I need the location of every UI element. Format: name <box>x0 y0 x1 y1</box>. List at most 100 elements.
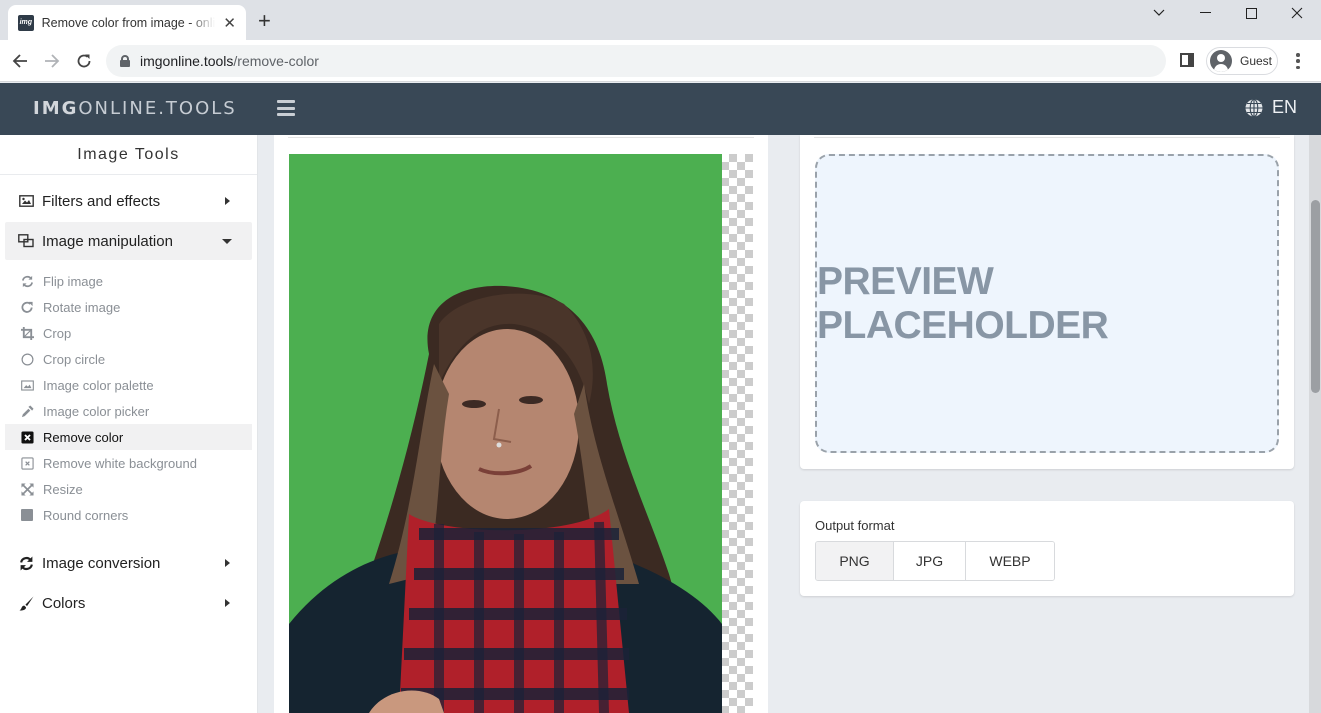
logo-bold: IMG <box>33 98 79 119</box>
object-ungroup-icon <box>18 233 34 249</box>
caret-down-icon <box>222 239 232 244</box>
new-tab-button[interactable]: + <box>258 9 271 33</box>
language-label: EN <box>1272 97 1298 117</box>
output-format-label: Output format <box>815 518 895 533</box>
item-label: Rotate image <box>43 299 121 315</box>
url-path: /remove-color <box>233 53 319 69</box>
sidebar-category-colors[interactable]: Colors <box>5 584 252 622</box>
category-label: Filters and effects <box>42 192 161 210</box>
caret-right-icon <box>225 559 230 567</box>
caret-right-icon <box>225 599 230 607</box>
item-label: Remove white background <box>43 455 197 471</box>
profile-button[interactable]: Guest <box>1206 47 1278 75</box>
item-label: Remove color <box>43 429 124 445</box>
globe-icon <box>1245 98 1263 117</box>
expand-arrows-icon <box>20 482 34 496</box>
maximize-button[interactable] <box>1228 0 1274 26</box>
caret-right-icon <box>225 197 230 205</box>
category-label: Colors <box>42 594 86 612</box>
output-format-card: Output format PNG JPG WEBP <box>800 501 1294 596</box>
square-icon <box>20 508 34 522</box>
reload-button[interactable] <box>72 49 96 73</box>
image-manipulation-submenu: Flip image Rotate image Crop Crop circle… <box>0 260 257 538</box>
source-image-canvas[interactable] <box>289 154 753 713</box>
sidebar: Image Tools Filters and effects Image ma… <box>0 135 258 713</box>
sidebar-item-remove-color[interactable]: Remove color <box>5 424 252 450</box>
browser-toolbar: imgonline.tools/remove-color Guest <box>0 40 1321 82</box>
close-icon <box>1291 7 1303 19</box>
sidebar-title: Image Tools <box>0 135 257 175</box>
maximize-icon <box>1245 7 1257 19</box>
sidebar-item-image-color-palette[interactable]: Image color palette <box>5 372 252 398</box>
chevron-down-icon <box>1153 9 1165 16</box>
lock-icon <box>120 55 130 67</box>
item-label: Crop <box>43 325 72 341</box>
sidebar-item-resize[interactable]: Resize <box>5 476 252 502</box>
sidebar-category-filters-and-effects[interactable]: Filters and effects <box>5 182 252 220</box>
source-image <box>289 154 722 713</box>
category-label: Image manipulation <box>42 232 173 250</box>
tab-title: Remove color from image - online <box>41 15 216 30</box>
sidebar-item-image-color-picker[interactable]: Image color picker <box>5 398 252 424</box>
source-image-card <box>274 135 768 713</box>
close-window-button[interactable] <box>1274 0 1320 26</box>
close-tab-icon[interactable]: ✕ <box>223 14 236 32</box>
address-bar[interactable]: imgonline.tools/remove-color <box>106 45 1166 77</box>
logo-text: ONLINE.TOOLS <box>78 98 237 119</box>
sidebar-category-image-manipulation[interactable]: Image manipulation <box>5 222 252 260</box>
browser-tab-active[interactable]: img Remove color from image - online ✕ <box>8 5 246 40</box>
forward-button[interactable] <box>40 49 64 73</box>
side-panel-icon[interactable] <box>1180 53 1194 67</box>
hamburger-menu-icon[interactable] <box>277 100 295 116</box>
crop-icon <box>20 326 34 340</box>
times-square-outline-icon <box>20 456 34 470</box>
sidebar-item-crop[interactable]: Crop <box>5 320 252 346</box>
browser-tabstrip: img Remove color from image - online ✕ + <box>0 0 1321 40</box>
image-icon <box>18 193 34 209</box>
item-label: Round corners <box>43 507 129 523</box>
sidebar-category-image-conversion[interactable]: Image conversion <box>5 544 252 582</box>
redo-icon <box>20 300 34 314</box>
minimize-button[interactable] <box>1182 0 1228 26</box>
portrait-illustration <box>289 285 722 713</box>
sidebar-item-rotate-image[interactable]: Rotate image <box>5 294 252 320</box>
sidebar-item-round-corners[interactable]: Round corners <box>5 502 252 528</box>
favicon-icon: img <box>18 14 34 31</box>
sync-icon <box>18 555 34 571</box>
times-square-icon <box>20 430 34 444</box>
avatar-icon <box>1210 50 1232 72</box>
image-icon <box>20 378 34 392</box>
divider <box>814 137 1280 138</box>
item-label: Resize <box>43 481 83 497</box>
profile-name: Guest <box>1240 54 1273 68</box>
paint-brush-icon <box>18 595 34 611</box>
circle-icon <box>20 352 34 366</box>
output-format-button-group: PNG JPG WEBP <box>815 541 1055 581</box>
arrow-right-icon <box>45 54 60 68</box>
category-label: Image conversion <box>42 554 161 572</box>
format-png-button[interactable]: PNG <box>816 542 894 580</box>
language-selector[interactable]: EN <box>1244 97 1297 118</box>
format-jpg-button[interactable]: JPG <box>894 542 966 580</box>
format-webp-button[interactable]: WEBP <box>966 542 1054 580</box>
sidebar-item-flip-image[interactable]: Flip image <box>5 268 252 294</box>
item-label: Image color palette <box>43 377 154 393</box>
tab-search-button[interactable] <box>1136 0 1182 26</box>
url-host: imgonline.tools <box>140 53 234 69</box>
page-scrollbar-thumb[interactable] <box>1311 200 1320 393</box>
preview-placeholder-text: PREVIEW PLACEHOLDER <box>817 259 1109 347</box>
item-label: Image color picker <box>43 403 150 419</box>
sync-icon <box>20 274 34 288</box>
arrow-left-icon <box>12 54 27 68</box>
sidebar-item-remove-white-background[interactable]: Remove white background <box>5 450 252 476</box>
reload-icon <box>77 54 91 68</box>
preview-card: PREVIEW PLACEHOLDER <box>800 135 1294 469</box>
site-logo[interactable]: IMGONLINE.TOOLS <box>33 98 237 119</box>
back-button[interactable] <box>8 49 32 73</box>
kebab-menu-icon[interactable] <box>1292 52 1304 70</box>
minimize-icon <box>1199 12 1211 13</box>
sidebar-item-crop-circle[interactable]: Crop circle <box>5 346 252 372</box>
site-header: IMGONLINE.TOOLS EN <box>0 83 1321 135</box>
item-label: Flip image <box>43 273 103 289</box>
eyedropper-icon <box>20 404 34 418</box>
